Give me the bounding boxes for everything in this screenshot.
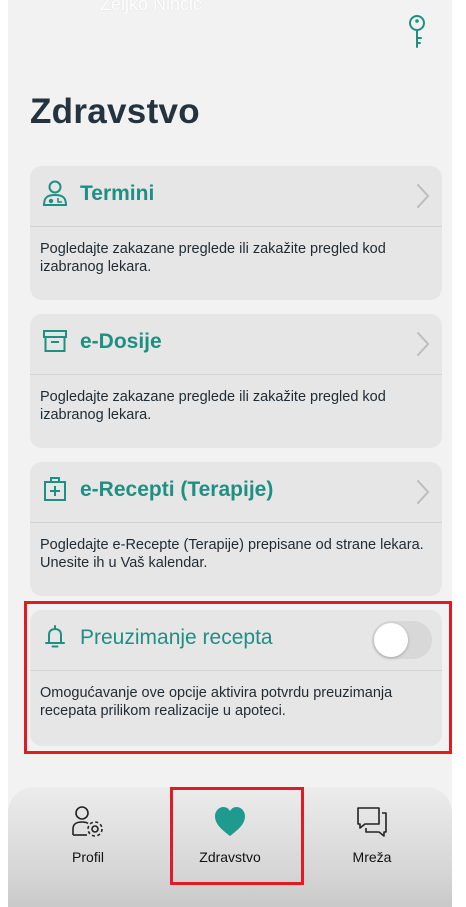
card-preuzimanje-recepta: Preuzimanje recepta Omogućavanje ove opc… bbox=[30, 610, 442, 746]
key-icon[interactable] bbox=[406, 14, 428, 50]
card-description: Pogledajte zakazane preglede ili zakažit… bbox=[40, 389, 386, 423]
card-title: e-Dosije bbox=[80, 330, 162, 353]
card-description: Pogledajte e-Recepte (Terapije) prepisan… bbox=[40, 537, 424, 571]
tab-bar: Profil Zdravstvo Mreža bbox=[8, 787, 452, 907]
tab-label: Mreža bbox=[352, 849, 392, 865]
chat-icon bbox=[357, 807, 387, 837]
card-header[interactable]: Termini bbox=[30, 166, 442, 226]
chevron-right-icon[interactable] bbox=[416, 479, 430, 505]
bell-icon bbox=[45, 625, 65, 648]
toggle-knob bbox=[374, 623, 408, 657]
doctor-icon bbox=[42, 180, 68, 206]
card-e-recepti[interactable]: e-Recepti (Terapije) Pogledajte e-Recept… bbox=[30, 462, 442, 596]
divider bbox=[30, 226, 442, 227]
card-header[interactable]: e-Dosije bbox=[30, 314, 442, 374]
card-title: Termini bbox=[80, 182, 155, 205]
user-name: Zeljko Nincic bbox=[100, 0, 203, 14]
card-description: Pogledajte zakazane preglede ili zakažit… bbox=[40, 241, 386, 275]
profile-settings-icon bbox=[72, 806, 103, 837]
tab-profil[interactable]: Profil bbox=[28, 787, 148, 887]
divider bbox=[30, 670, 442, 671]
tab-label: Profil bbox=[72, 849, 104, 865]
page-title: Zdravstvo bbox=[30, 92, 200, 131]
card-header[interactable]: e-Recepti (Terapije) bbox=[30, 462, 442, 522]
tab-mreza[interactable]: Mreža bbox=[312, 787, 432, 887]
card-title: Preuzimanje recepta bbox=[80, 626, 273, 649]
top-bar: Zeljko Nincic bbox=[8, 0, 452, 48]
prescription-pickup-toggle[interactable] bbox=[372, 621, 432, 659]
card-description: Omogućavanje ove opcije aktivira potvrdu… bbox=[40, 685, 393, 719]
tab-zdravstvo[interactable]: Zdravstvo bbox=[170, 787, 290, 887]
divider bbox=[30, 522, 442, 523]
heart-icon bbox=[215, 807, 245, 836]
chevron-right-icon[interactable] bbox=[416, 331, 430, 357]
card-header: Preuzimanje recepta bbox=[30, 610, 442, 670]
medkit-icon bbox=[44, 477, 66, 501]
tab-label: Zdravstvo bbox=[199, 849, 261, 865]
card-e-dosije[interactable]: e-Dosije Pogledajte zakazane preglede il… bbox=[30, 314, 442, 448]
chevron-right-icon[interactable] bbox=[416, 183, 430, 209]
screen: Zeljko Nincic Zdravstvo Termini Pogledaj… bbox=[8, 0, 452, 907]
divider bbox=[30, 374, 442, 375]
card-title: e-Recepti (Terapije) bbox=[80, 478, 274, 501]
card-termini[interactable]: Termini Pogledajte zakazane preglede ili… bbox=[30, 166, 442, 300]
archive-icon bbox=[43, 330, 67, 352]
